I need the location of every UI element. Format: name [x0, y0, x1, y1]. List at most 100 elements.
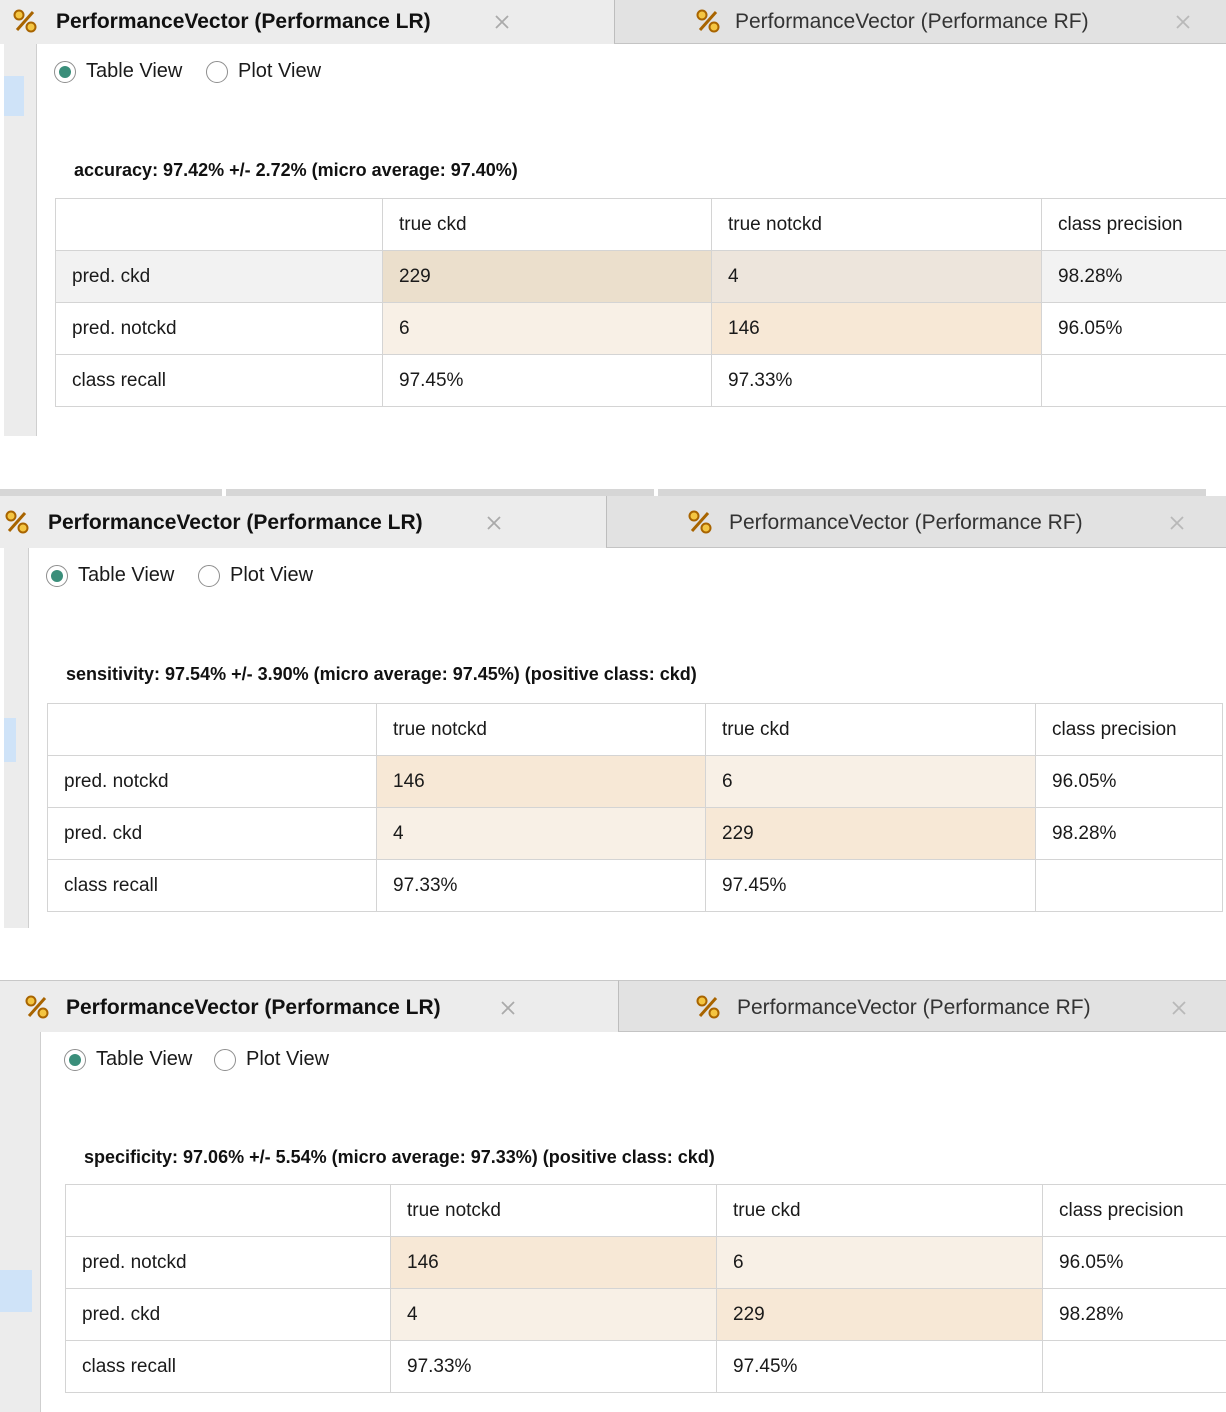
table-view-radio[interactable]: Table View	[46, 564, 174, 587]
sidebar-selection[interactable]	[0, 1270, 32, 1312]
metric-title: specificity: 97.06% +/- 5.54% (micro ave…	[84, 1147, 715, 1167]
performance-panel-accuracy: PerformanceVector (Performance LR) Perfo…	[0, 0, 1226, 436]
tab-performance-lr[interactable]: PerformanceVector (Performance LR)	[0, 496, 606, 548]
precision-cell: 98.28%	[1042, 1288, 1226, 1341]
header-cell: true notckd	[376, 703, 706, 756]
table-view-label: Table View	[86, 60, 183, 82]
tab-performance-lr[interactable]: PerformanceVector (Performance LR)	[0, 980, 618, 1032]
header-cell: class precision	[1035, 703, 1223, 756]
radio-selected-icon	[64, 1048, 86, 1071]
close-icon[interactable]	[1167, 513, 1187, 533]
table-row[interactable]: pred. ckd 229 4 98.28%	[55, 250, 1226, 303]
performance-panel-sensitivity: PerformanceVector (Performance LR) Perfo…	[0, 496, 1226, 928]
matrix-cell: 4	[376, 807, 706, 860]
recall-cell: 97.45%	[716, 1340, 1043, 1393]
table-header-row: true ckd true notckd class precision	[55, 198, 1226, 251]
radio-unselected-icon	[206, 60, 228, 83]
radio-unselected-icon	[198, 564, 220, 587]
recall-cell: 97.45%	[382, 354, 712, 407]
table-view-label: Table View	[96, 1048, 193, 1070]
percent-icon	[696, 9, 720, 33]
percent-icon	[13, 9, 37, 33]
table-row[interactable]: pred. ckd 4 229 98.28%	[47, 807, 1223, 860]
header-cell: true ckd	[382, 198, 712, 251]
confusion-matrix-table: true ckd true notckd class precision pre…	[55, 198, 1226, 407]
tab-bar: PerformanceVector (Performance LR) Perfo…	[0, 0, 1226, 44]
close-icon[interactable]	[1173, 12, 1193, 32]
matrix-cell: 6	[716, 1236, 1043, 1289]
metric-title: accuracy: 97.42% +/- 2.72% (micro averag…	[74, 160, 518, 180]
plot-view-radio[interactable]: Plot View	[206, 60, 321, 83]
matrix-cell: 229	[705, 807, 1036, 860]
plot-view-label: Plot View	[230, 564, 314, 586]
matrix-cell: 6	[705, 755, 1036, 808]
table-row[interactable]: pred. notckd 146 6 96.05%	[65, 1236, 1226, 1289]
table-header-row: true notckd true ckd class precision	[65, 1184, 1226, 1237]
metric-title: sensitivity: 97.54% +/- 3.90% (micro ave…	[66, 664, 697, 684]
tab-performance-rf[interactable]: PerformanceVector (Performance RF)	[618, 980, 1226, 1032]
confusion-matrix-table: true notckd true ckd class precision pre…	[47, 703, 1223, 912]
matrix-cell: 146	[390, 1236, 717, 1289]
header-cell: class precision	[1041, 198, 1226, 251]
close-icon[interactable]	[492, 12, 512, 32]
row-label: class recall	[55, 354, 383, 407]
close-icon[interactable]	[1169, 998, 1189, 1018]
table-row[interactable]: pred. ckd 4 229 98.28%	[65, 1288, 1226, 1341]
header-cell	[65, 1184, 391, 1237]
table-row[interactable]: class recall 97.45% 97.33%	[55, 354, 1226, 407]
left-sidebar	[4, 548, 29, 928]
empty-cell	[1035, 859, 1223, 912]
matrix-cell: 4	[390, 1288, 717, 1341]
empty-cell	[1042, 1340, 1226, 1393]
header-cell: true ckd	[705, 703, 1036, 756]
panel-divider	[0, 489, 1206, 496]
tab-title: PerformanceVector (Performance LR)	[48, 511, 423, 534]
table-row[interactable]: class recall 97.33% 97.45%	[47, 859, 1223, 912]
radio-selected-icon	[54, 60, 76, 83]
tab-bar: PerformanceVector (Performance LR) Perfo…	[0, 496, 1226, 548]
precision-cell: 96.05%	[1041, 302, 1226, 355]
plot-view-label: Plot View	[246, 1048, 330, 1070]
precision-cell: 96.05%	[1035, 755, 1223, 808]
table-row[interactable]: pred. notckd 146 6 96.05%	[47, 755, 1223, 808]
recall-cell: 97.33%	[711, 354, 1042, 407]
precision-cell: 98.28%	[1041, 250, 1226, 303]
close-icon[interactable]	[498, 998, 518, 1018]
tab-performance-rf[interactable]: PerformanceVector (Performance RF)	[606, 496, 1226, 548]
matrix-cell: 146	[376, 755, 706, 808]
plot-view-label: Plot View	[238, 60, 322, 82]
sidebar-selection[interactable]	[4, 76, 24, 116]
tab-title: PerformanceVector (Performance LR)	[66, 996, 441, 1019]
row-label: pred. notckd	[65, 1236, 391, 1289]
tab-title: PerformanceVector (Performance RF)	[729, 511, 1083, 534]
table-row[interactable]: pred. notckd 6 146 96.05%	[55, 302, 1226, 355]
row-label: pred. notckd	[47, 755, 377, 808]
recall-cell: 97.45%	[705, 859, 1036, 912]
recall-cell: 97.33%	[390, 1340, 717, 1393]
plot-view-radio[interactable]: Plot View	[214, 1048, 329, 1071]
header-cell	[47, 703, 377, 756]
row-label: pred. ckd	[47, 807, 377, 860]
table-view-radio[interactable]: Table View	[54, 60, 182, 83]
tab-title: PerformanceVector (Performance RF)	[737, 996, 1091, 1019]
left-sidebar	[0, 1032, 41, 1412]
tab-performance-lr[interactable]: PerformanceVector (Performance LR)	[0, 0, 614, 44]
matrix-cell: 146	[711, 302, 1042, 355]
table-row[interactable]: class recall 97.33% 97.45%	[65, 1340, 1226, 1393]
plot-view-radio[interactable]: Plot View	[198, 564, 313, 587]
header-cell: class precision	[1042, 1184, 1226, 1237]
empty-cell	[1041, 354, 1226, 407]
radio-unselected-icon	[214, 1048, 236, 1071]
sidebar-selection[interactable]	[4, 718, 16, 762]
table-view-radio[interactable]: Table View	[64, 1048, 192, 1071]
tab-title: PerformanceVector (Performance RF)	[735, 10, 1089, 33]
percent-icon	[25, 995, 49, 1019]
percent-icon	[688, 510, 712, 534]
performance-panel-specificity: PerformanceVector (Performance LR) Perfo…	[0, 980, 1226, 1412]
confusion-matrix-table: true notckd true ckd class precision pre…	[65, 1184, 1226, 1393]
row-label: pred. notckd	[55, 302, 383, 355]
table-header-row: true notckd true ckd class precision	[47, 703, 1223, 756]
tab-performance-rf[interactable]: PerformanceVector (Performance RF)	[614, 0, 1226, 44]
close-icon[interactable]	[484, 513, 504, 533]
matrix-cell: 6	[382, 302, 712, 355]
